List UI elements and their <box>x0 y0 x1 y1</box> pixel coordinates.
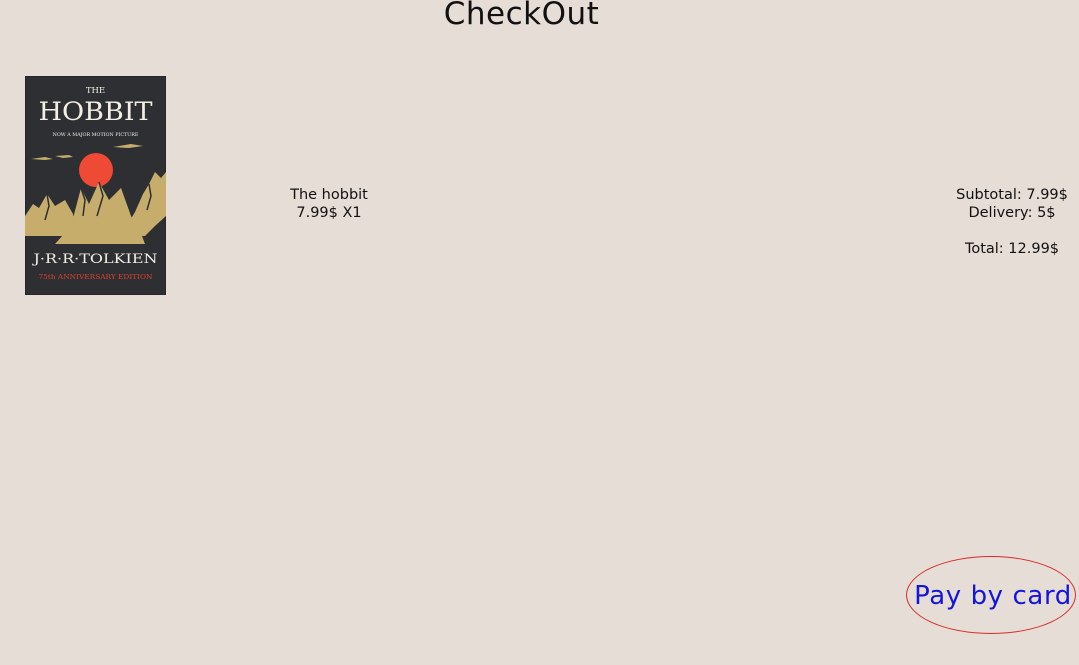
item-price-quantity: 7.99$ X1 <box>296 205 362 221</box>
item-name: The hobbit <box>290 187 368 203</box>
book-cover-image: THE HOBBIT NOW A MAJOR MOTION PICTURE J·… <box>25 76 166 295</box>
pay-by-card-button[interactable]: Pay by card <box>906 556 1076 634</box>
cover-author: J·R·R·TOLKIEN <box>31 252 157 267</box>
cart-item: The hobbit 7.99$ X1 <box>240 186 418 222</box>
page-title: CheckOut <box>443 0 600 32</box>
pay-by-card-label: Pay by card <box>914 581 1072 611</box>
cover-title: HOBBIT <box>39 97 153 126</box>
cover-edition: 75th ANNIVERSARY EDITION <box>39 274 154 281</box>
cover-title-top: THE <box>86 86 105 96</box>
delivery-text: Delivery: 5$ <box>968 205 1056 221</box>
cover-tagline: NOW A MAJOR MOTION PICTURE <box>53 132 139 138</box>
total-text: Total: 12.99$ <box>964 241 1060 257</box>
sun-icon <box>79 153 113 187</box>
subtotal-text: Subtotal: 7.99$ <box>956 187 1068 203</box>
order-summary: Subtotal: 7.99$ Delivery: 5$ Total: 12.9… <box>938 186 1079 258</box>
